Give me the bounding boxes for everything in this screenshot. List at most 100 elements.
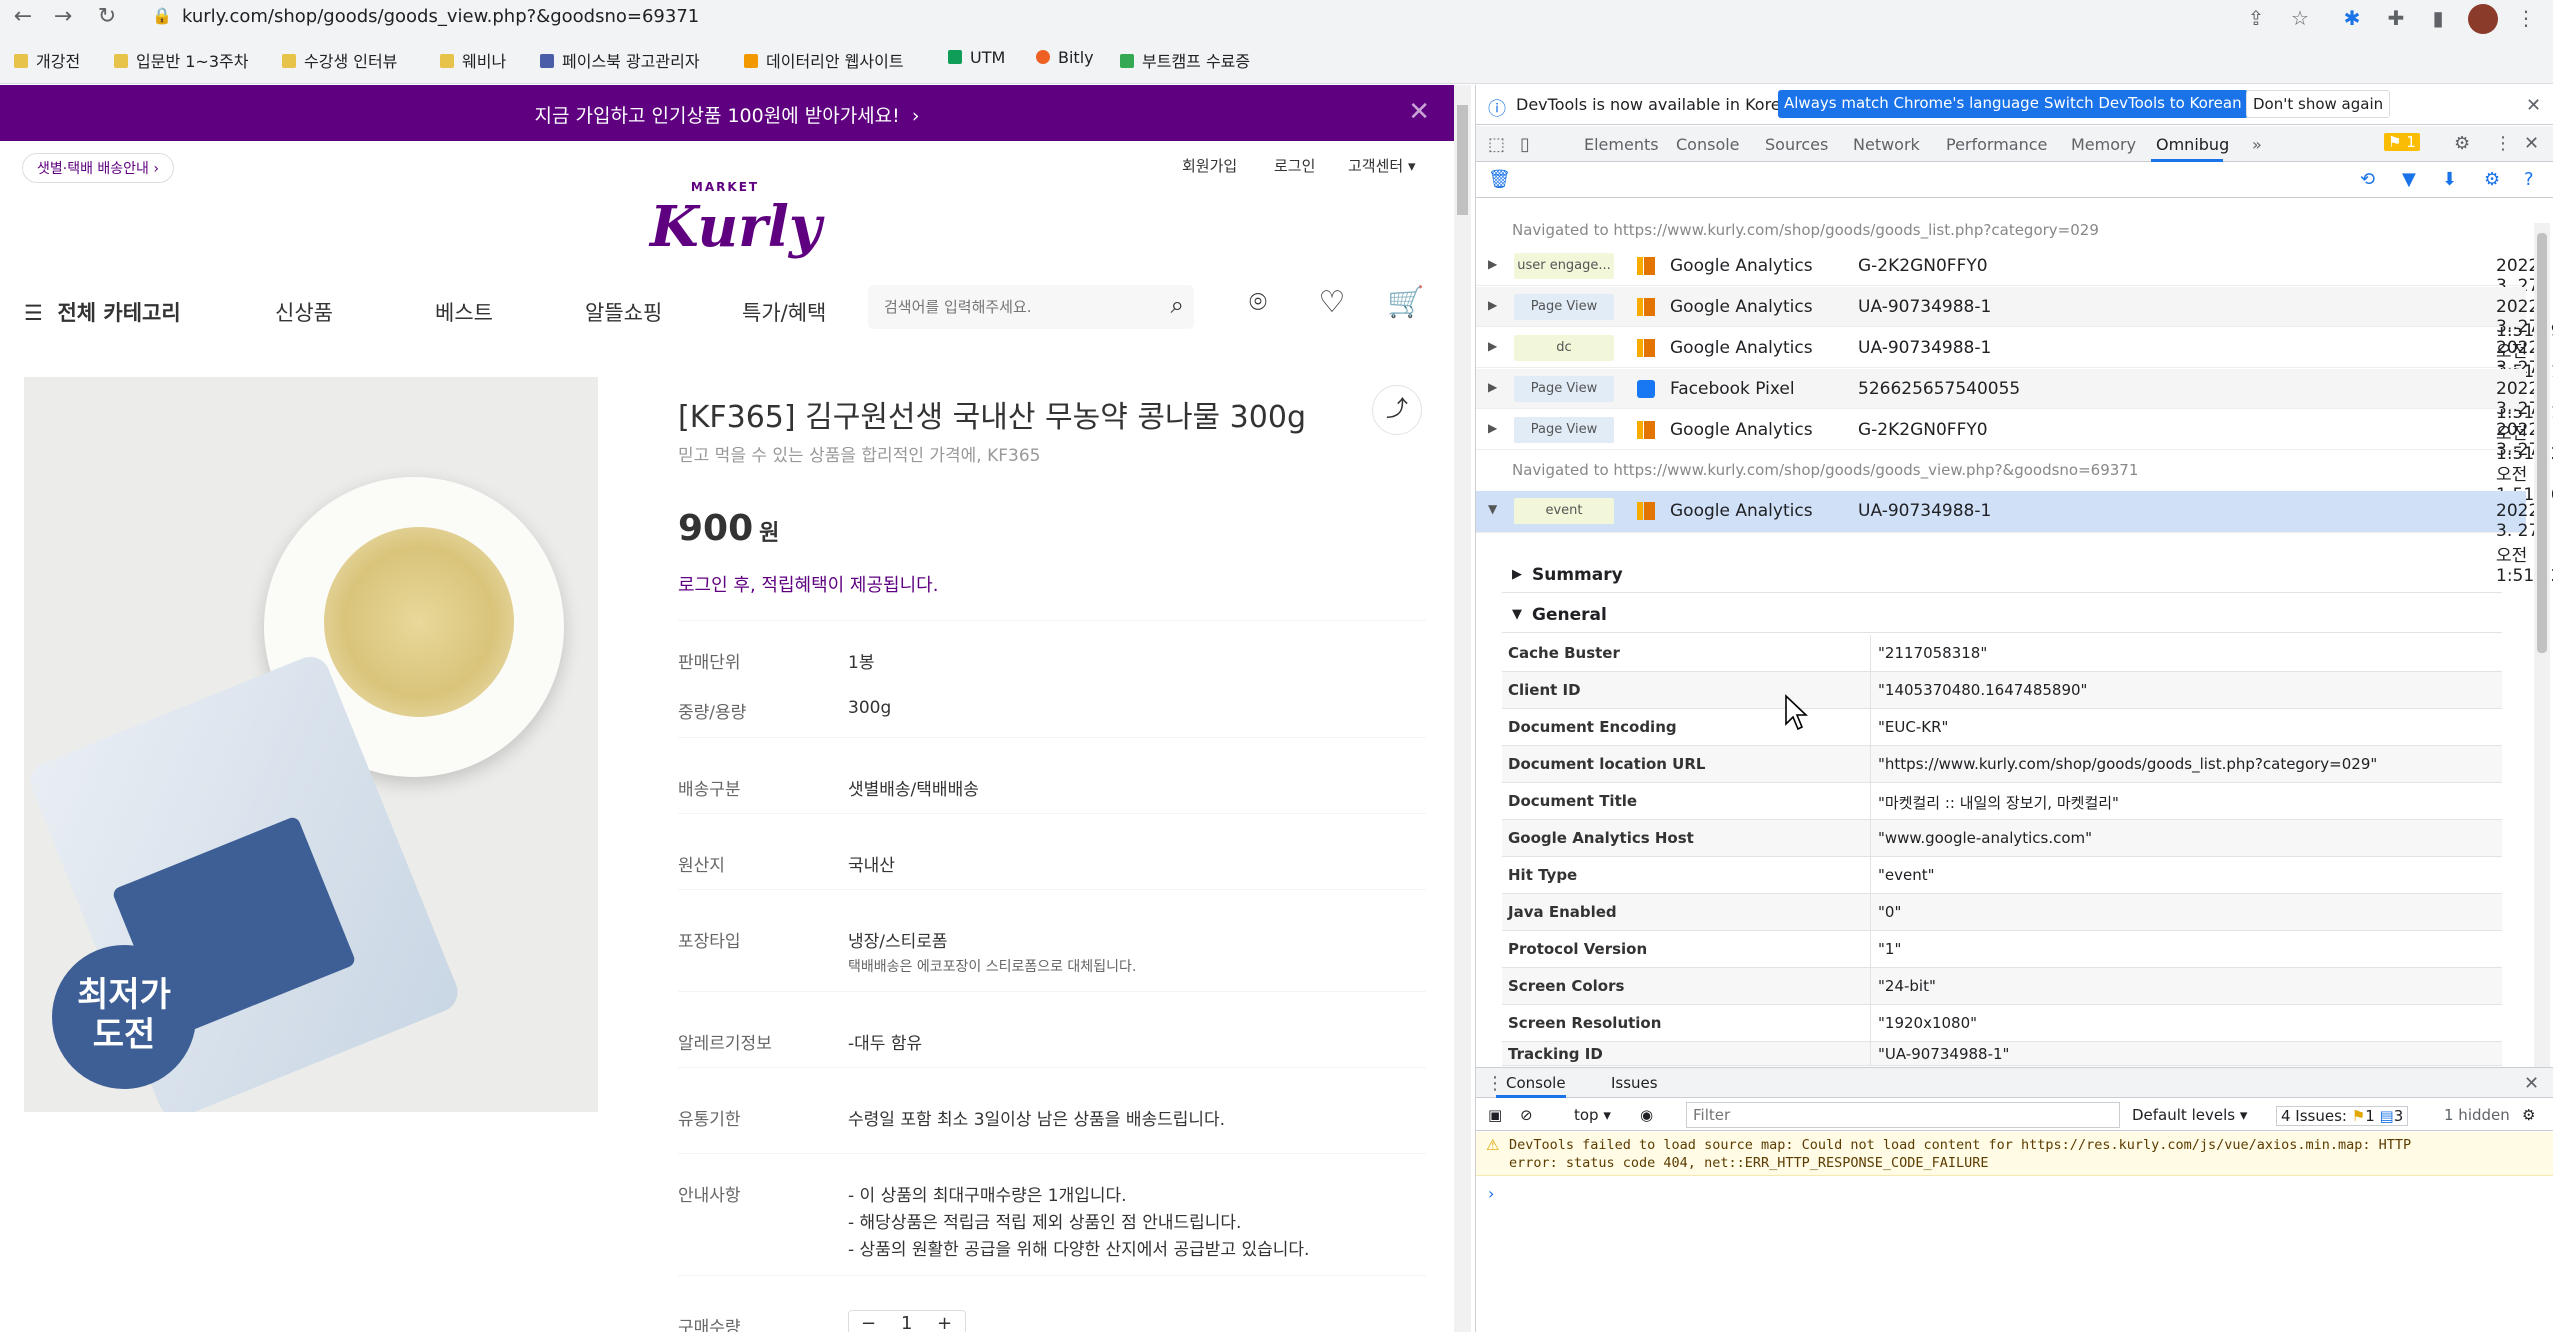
console-prompt[interactable]: › bbox=[1488, 1184, 1494, 1203]
hit-row[interactable]: ▶ Page View Google Analytics UA-90734988… bbox=[1476, 287, 2553, 382]
trash-icon[interactable]: 🗑 bbox=[1488, 169, 1511, 190]
device-toolbar-icon[interactable]: ▯ bbox=[1520, 134, 1530, 155]
hit-row[interactable]: ▶ user engage... Google Analytics G-2K2G… bbox=[1476, 246, 2553, 341]
signup-banner[interactable]: 지금 가입하고 인기상품 100원에 받아가세요! › ✕ bbox=[0, 85, 1454, 141]
kebab-menu-icon[interactable]: ⋮ bbox=[2494, 133, 2512, 154]
close-devtools-icon[interactable]: ✕ bbox=[2524, 133, 2539, 154]
close-icon[interactable]: ✕ bbox=[2526, 95, 2541, 116]
forward-icon[interactable]: → bbox=[50, 4, 76, 30]
extensions-icon[interactable]: ✚ bbox=[2382, 4, 2410, 32]
hit-row[interactable]: ▶ Page View Facebook Pixel 5266256575400… bbox=[1476, 369, 2553, 464]
download-icon[interactable]: ⬇ bbox=[2442, 169, 2457, 190]
bookmark-star-icon[interactable]: ☆ bbox=[2286, 4, 2314, 32]
nav-bargain[interactable]: 알뜰쇼핑 bbox=[585, 297, 662, 327]
login-link[interactable]: 로그인 bbox=[1274, 155, 1315, 176]
inspect-element-icon[interactable]: ⬚ bbox=[1488, 134, 1505, 155]
reload-icon[interactable]: ↻ bbox=[94, 4, 120, 30]
help-icon[interactable]: ? bbox=[2524, 169, 2534, 190]
devtools-scrollbar[interactable] bbox=[2534, 223, 2550, 1068]
address-bar[interactable]: kurly.com/shop/goods/goods_view.php?&goo… bbox=[182, 6, 699, 27]
console-filter-input[interactable] bbox=[1686, 1102, 2120, 1128]
context-select[interactable]: top ▾ bbox=[1574, 1106, 1611, 1124]
issues-counter[interactable]: ⚑ 1 bbox=[2384, 133, 2420, 151]
issues-counter[interactable]: 4 Issues: ⚑1 ▤3 bbox=[2276, 1106, 2409, 1126]
nav-best[interactable]: 베스트 bbox=[435, 297, 493, 327]
more-tabs-chevron[interactable]: » bbox=[2252, 135, 2262, 154]
close-drawer-icon[interactable]: ✕ bbox=[2524, 1073, 2539, 1094]
customer-center-link[interactable]: 고객센터 ▾ bbox=[1348, 155, 1416, 176]
back-icon[interactable]: ← bbox=[10, 4, 36, 30]
nav-new-products[interactable]: 신상품 bbox=[275, 297, 333, 327]
side-panel-icon[interactable]: ▮ bbox=[2424, 4, 2452, 32]
expand-arrow-icon[interactable]: ▶ bbox=[1488, 421, 1497, 435]
tab-network[interactable]: Network bbox=[1853, 135, 1920, 154]
bookmark-item[interactable]: 수강생 인터뷰 bbox=[282, 48, 397, 72]
expand-arrow-icon[interactable]: ▶ bbox=[1488, 339, 1497, 353]
scrollbar-thumb[interactable] bbox=[2537, 233, 2547, 653]
drawer-menu-icon[interactable]: ⋮ bbox=[1486, 1073, 1504, 1094]
tab-console[interactable]: Console bbox=[1506, 1074, 1566, 1092]
minus-button[interactable]: − bbox=[861, 1313, 876, 1332]
bookmark-item[interactable]: 부트캠프 수료증 bbox=[1120, 48, 1250, 72]
dont-show-again-button[interactable]: Don't show again bbox=[2246, 90, 2391, 118]
hit-row[interactable]: ▶ Page View Google Analytics G-2K2GN0FFY… bbox=[1476, 410, 2553, 505]
tab-memory[interactable]: Memory bbox=[2071, 135, 2136, 154]
hit-row-selected[interactable]: ▼ event Google Analytics UA-90734988-1 2… bbox=[1476, 491, 2553, 586]
nav-specials[interactable]: 특가/혜택 bbox=[742, 297, 826, 327]
sidebar-toggle-icon[interactable]: ▣ bbox=[1488, 1106, 1502, 1124]
tab-elements[interactable]: Elements bbox=[1584, 135, 1659, 154]
clear-console-icon[interactable]: ⊘ bbox=[1520, 1106, 1533, 1124]
close-icon[interactable]: ✕ bbox=[1408, 97, 1430, 127]
cart-icon[interactable]: 🛒 bbox=[1386, 285, 1426, 325]
console-settings-icon[interactable]: ⚙ bbox=[2522, 1106, 2535, 1124]
info-icon: ⓘ bbox=[1488, 99, 1506, 120]
bookmark-item[interactable]: Bitly bbox=[1036, 48, 1094, 67]
general-section[interactable]: ▼ General bbox=[1502, 597, 2502, 633]
profile-avatar[interactable] bbox=[2468, 4, 2498, 34]
bookmark-item[interactable]: UTM bbox=[948, 48, 1005, 67]
history-icon[interactable]: ⟲ bbox=[2360, 169, 2375, 190]
hit-row[interactable]: ▶ dc Google Analytics UA-90734988-1 2022… bbox=[1476, 328, 2553, 423]
expand-arrow-icon[interactable]: ▶ bbox=[1488, 257, 1497, 271]
kurly-logo[interactable]: MARKET Kurly bbox=[650, 180, 821, 260]
switch-to-korean-button[interactable]: Switch DevTools to Korean bbox=[2038, 90, 2248, 118]
bookmark-item[interactable]: 웨비나 bbox=[440, 48, 506, 72]
page-scrollbar[interactable] bbox=[1454, 85, 1471, 1332]
lock-icon[interactable]: 🔒 bbox=[152, 6, 172, 25]
bookmark-item[interactable]: 입문반 1~3주차 bbox=[114, 48, 248, 72]
settings-gear-icon[interactable]: ⚙ bbox=[2454, 133, 2470, 154]
quantity-value[interactable]: 1 bbox=[901, 1313, 912, 1332]
bookmark-item[interactable]: 데이터리안 웹사이트 bbox=[744, 48, 904, 72]
menu-kebab-icon[interactable]: ⋮ bbox=[2512, 4, 2540, 32]
eye-icon[interactable]: ◉ bbox=[1640, 1106, 1653, 1124]
share-button[interactable]: ⤴ bbox=[1372, 385, 1422, 435]
omnibug-extension-icon[interactable]: ✱ bbox=[2338, 4, 2366, 32]
tab-sources[interactable]: Sources bbox=[1765, 135, 1828, 154]
tab-console[interactable]: Console bbox=[1676, 135, 1740, 154]
location-pin-icon[interactable]: ⌾ bbox=[1238, 285, 1278, 325]
signup-link[interactable]: 회원가입 bbox=[1182, 155, 1237, 176]
log-levels-select[interactable]: Default levels ▾ bbox=[2132, 1106, 2247, 1124]
search-input[interactable] bbox=[884, 295, 1144, 319]
expand-arrow-icon[interactable]: ▶ bbox=[1488, 380, 1497, 394]
tab-omnibug[interactable]: Omnibug bbox=[2156, 135, 2229, 154]
bookmark-item[interactable]: 페이스북 광고관리자 bbox=[540, 48, 700, 72]
param-row: Client ID "1405370480.1647485890" bbox=[1502, 672, 2502, 709]
share-icon[interactable]: ⇪ bbox=[2242, 4, 2270, 32]
always-match-language-button[interactable]: Always match Chrome's language bbox=[1778, 90, 2045, 118]
heart-icon[interactable]: ♡ bbox=[1312, 285, 1352, 325]
settings-icon[interactable]: ⚙ bbox=[2484, 169, 2500, 190]
tab-issues[interactable]: Issues bbox=[1611, 1074, 1658, 1092]
all-categories-menu[interactable]: ☰ 전체 카테고리 bbox=[24, 297, 181, 327]
delivery-info-badge[interactable]: 샛별·택배 배송안내 › bbox=[22, 153, 175, 183]
filter-icon[interactable]: ▼ bbox=[2402, 169, 2416, 190]
scrollbar-thumb[interactable] bbox=[1457, 105, 1468, 215]
info-value: - 이 상품의 최대구매수량은 1개입니다. bbox=[848, 1186, 1127, 1206]
bookmark-item[interactable]: 개강전 bbox=[14, 48, 80, 72]
expand-arrow-icon[interactable]: ▶ bbox=[1488, 298, 1497, 312]
tab-performance[interactable]: Performance bbox=[1946, 135, 2047, 154]
collapse-arrow-icon[interactable]: ▼ bbox=[1488, 502, 1497, 516]
summary-section[interactable]: ▶ Summary bbox=[1502, 557, 2502, 593]
search-icon[interactable]: ⌕ bbox=[1171, 291, 1184, 319]
plus-button[interactable]: + bbox=[937, 1313, 952, 1332]
